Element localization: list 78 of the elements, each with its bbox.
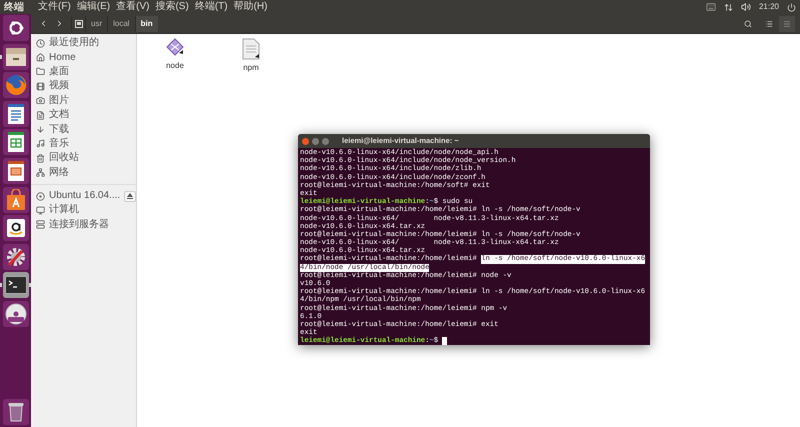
power-icon[interactable] — [787, 2, 796, 12]
launcher-button[interactable] — [0, 44, 31, 70]
sidebar-item[interactable]: 桌面 — [49, 66, 69, 78]
disc-icon — [36, 192, 45, 201]
sidebar-item[interactable]: 下载 — [49, 124, 69, 136]
launcher-button[interactable] — [0, 300, 31, 327]
sidebar-item[interactable]: Home — [49, 52, 76, 64]
menu-item[interactable]: 查看(V) — [116, 1, 150, 13]
settings-icon — [4, 246, 26, 268]
shopping-bag-icon — [6, 188, 26, 211]
home-icon — [36, 53, 45, 62]
launcher-button[interactable] — [0, 272, 31, 298]
monitor-icon — [36, 206, 45, 215]
maximize-button[interactable] — [322, 138, 329, 144]
keyboard-icon[interactable] — [706, 2, 716, 12]
sidebar-item[interactable]: 图片 — [49, 94, 69, 107]
launcher-button[interactable] — [0, 215, 31, 242]
sidebar-item[interactable]: 计算机 — [49, 204, 79, 216]
sidebar-item[interactable]: 最近使用的 — [49, 37, 99, 50]
menu-item[interactable]: 帮助(H) — [234, 1, 268, 13]
app-name: 终端 — [4, 0, 25, 14]
menu-item[interactable]: 编辑(E) — [76, 1, 110, 13]
trash-icon — [36, 154, 45, 163]
sidebar-item[interactable]: 回收站 — [49, 152, 79, 164]
launcher-button[interactable] — [2, 399, 28, 425]
folder-icon — [36, 67, 45, 76]
clock-icon — [36, 38, 45, 48]
trash-can-icon — [8, 402, 24, 422]
launcher-button[interactable] — [0, 244, 31, 270]
network-icon — [36, 168, 45, 178]
network-arrows-icon[interactable] — [724, 2, 733, 12]
music-icon — [36, 139, 45, 148]
list-icon — [765, 20, 773, 28]
document-icon — [36, 110, 45, 120]
minimize-button[interactable] — [312, 138, 319, 144]
clock[interactable]: 21:20 — [758, 1, 779, 13]
ubuntu-logo-icon — [6, 19, 24, 37]
menu-icon — [783, 20, 791, 28]
text-file-icon — [242, 38, 260, 60]
path-button[interactable]: usr — [85, 16, 108, 32]
launcher-button[interactable] — [0, 158, 31, 184]
sidebar-item[interactable]: 音乐 — [49, 138, 69, 150]
shop-icon — [6, 218, 26, 238]
sidebar-item[interactable]: 网络 — [49, 166, 69, 179]
cursor-icon — [442, 337, 447, 345]
presentation-icon — [6, 160, 24, 182]
down-arrow-icon — [36, 125, 45, 134]
disc-icon — [4, 302, 26, 325]
file-name[interactable]: node — [166, 60, 184, 72]
film-icon — [36, 82, 45, 91]
file-name[interactable]: npm — [243, 62, 259, 74]
menu-item[interactable]: 文件(F) — [38, 1, 71, 13]
sidebar-item[interactable]: 文档 — [49, 109, 69, 122]
launcher-button[interactable] — [0, 100, 31, 127]
eject-button[interactable] — [124, 190, 136, 202]
path-button[interactable]: bin — [134, 16, 158, 32]
executable-file-icon — [165, 38, 185, 58]
close-button[interactable] — [302, 138, 309, 144]
root-location-button[interactable] — [71, 16, 85, 30]
drive-icon — [74, 20, 82, 28]
launcher-button[interactable] — [0, 129, 31, 156]
file-cabinet-icon — [4, 46, 26, 67]
menu-item[interactable]: 终端(T) — [194, 1, 228, 13]
launcher-button[interactable] — [0, 186, 31, 213]
menu-item[interactable]: 搜索(S) — [155, 1, 189, 13]
browser-icon — [4, 74, 26, 96]
camera-icon — [36, 96, 45, 106]
launcher-button[interactable] — [0, 15, 31, 41]
search-icon — [744, 20, 752, 28]
text-document-icon — [6, 102, 24, 125]
sidebar-item[interactable]: 视频 — [49, 80, 69, 92]
volume-icon[interactable] — [740, 2, 751, 12]
eject-icon — [127, 193, 134, 200]
spreadsheet-icon — [6, 131, 24, 154]
terminal-icon — [4, 276, 26, 294]
server-icon — [36, 220, 45, 230]
sidebar-item[interactable]: 连接到服务器 — [49, 218, 109, 231]
sidebar-item[interactable]: Ubuntu 16.04.... — [49, 190, 120, 202]
